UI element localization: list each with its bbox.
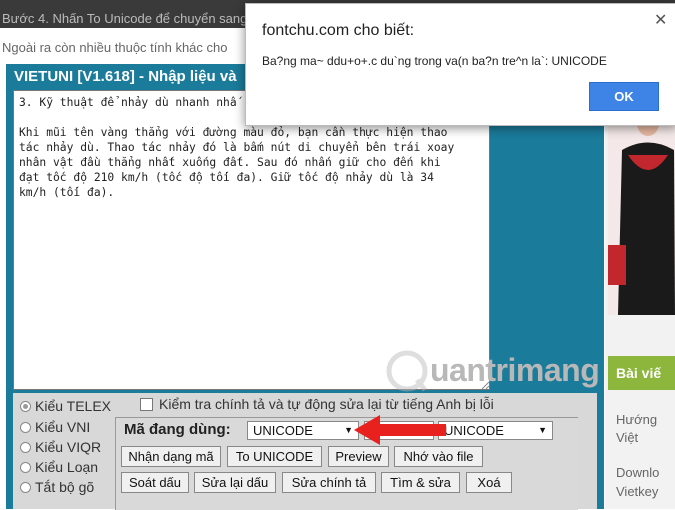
to-unicode-button[interactable]: To UNICODE — [227, 446, 322, 467]
radio-kieu-viqr[interactable]: Kiểu VIQR — [20, 439, 101, 455]
radio-selected-icon[interactable] — [20, 400, 31, 412]
sidebar-link[interactable]: Vietkey — [616, 482, 675, 502]
encoding-from-select[interactable]: UNICODE ▼ — [247, 421, 359, 440]
select-value: UNICODE — [444, 423, 504, 438]
watermark-text: uantrimang — [430, 352, 600, 388]
dropdown-arrow-icon: ▼ — [538, 425, 547, 435]
spell-check-option[interactable]: Kiểm tra chính tả và tự động sửa lại từ … — [140, 396, 494, 412]
radio-kieu-vni[interactable]: Kiểu VNI — [20, 419, 90, 435]
radio-icon[interactable] — [20, 481, 31, 493]
red-arrow-icon — [354, 415, 446, 445]
check-accents-button[interactable]: Soát dấu — [121, 472, 189, 493]
background-text-line: Bước 4. Nhấn To Unicode để chuyển sang — [2, 11, 248, 26]
fix-accents-button[interactable]: Sửa lại dấu — [194, 472, 276, 493]
background-text-line: Ngoài ra còn nhiều thuộc tính khác cho — [2, 40, 228, 55]
radio-tat-bo-go[interactable]: Tắt bộ gõ — [20, 479, 94, 495]
ok-button[interactable]: OK — [589, 82, 659, 111]
encoding-to-select[interactable]: UNICODE ▼ — [438, 421, 553, 440]
radio-label: Kiểu TELEX — [35, 398, 112, 414]
radio-label: Kiểu Loạn — [35, 459, 99, 475]
radio-icon[interactable] — [20, 441, 31, 453]
dialog-title: fontchu.com cho biết: — [262, 22, 415, 39]
dialog-message: Ba?ng ma~ ddu+o+.c du`ng trong va(n ba?n… — [262, 54, 607, 68]
spell-fix-button[interactable]: Sửa chính tả — [282, 472, 376, 493]
select-value: UNICODE — [253, 423, 313, 438]
radio-kieu-loan[interactable]: Kiểu Loạn — [20, 459, 98, 475]
promo-image[interactable] — [608, 95, 675, 315]
spell-check-label: Kiểm tra chính tả và tự động sửa lại từ … — [159, 396, 494, 412]
preview-button[interactable]: Preview — [328, 446, 389, 467]
radio-icon[interactable] — [20, 461, 31, 473]
sidebar-link[interactable]: Việt — [616, 428, 675, 448]
dropdown-arrow-icon: ▼ — [344, 425, 353, 435]
clear-button[interactable]: Xoá — [466, 472, 512, 493]
radio-label: Tắt bộ gõ — [35, 479, 95, 495]
text-editor[interactable]: 3. Kỹ thuật để nhảy dù nhanh nhấ Khi mũi… — [13, 90, 490, 390]
sidebar-section-header: Bài viế — [608, 356, 675, 390]
radio-kieu-telex[interactable]: Kiểu TELEX — [20, 398, 111, 414]
find-replace-button[interactable]: Tìm & sửa — [381, 472, 460, 493]
sidebar-link[interactable]: Downlo — [616, 463, 675, 483]
detect-encoding-button[interactable]: Nhận dạng mã — [121, 446, 221, 467]
radio-label: Kiểu VIQR — [35, 439, 102, 455]
close-icon[interactable]: ✕ — [654, 10, 667, 30]
radio-icon[interactable] — [20, 421, 31, 433]
checkbox-icon[interactable] — [140, 397, 153, 411]
sidebar-link[interactable]: Hướng — [616, 410, 675, 430]
save-to-file-button[interactable]: Nhớ vào file — [394, 446, 483, 467]
encoding-label: Mã đang dùng: — [124, 421, 231, 438]
radio-label: Kiểu VNI — [35, 419, 91, 435]
panel-title: VIETUNI [V1.618] - Nhập liệu và — [14, 68, 237, 85]
